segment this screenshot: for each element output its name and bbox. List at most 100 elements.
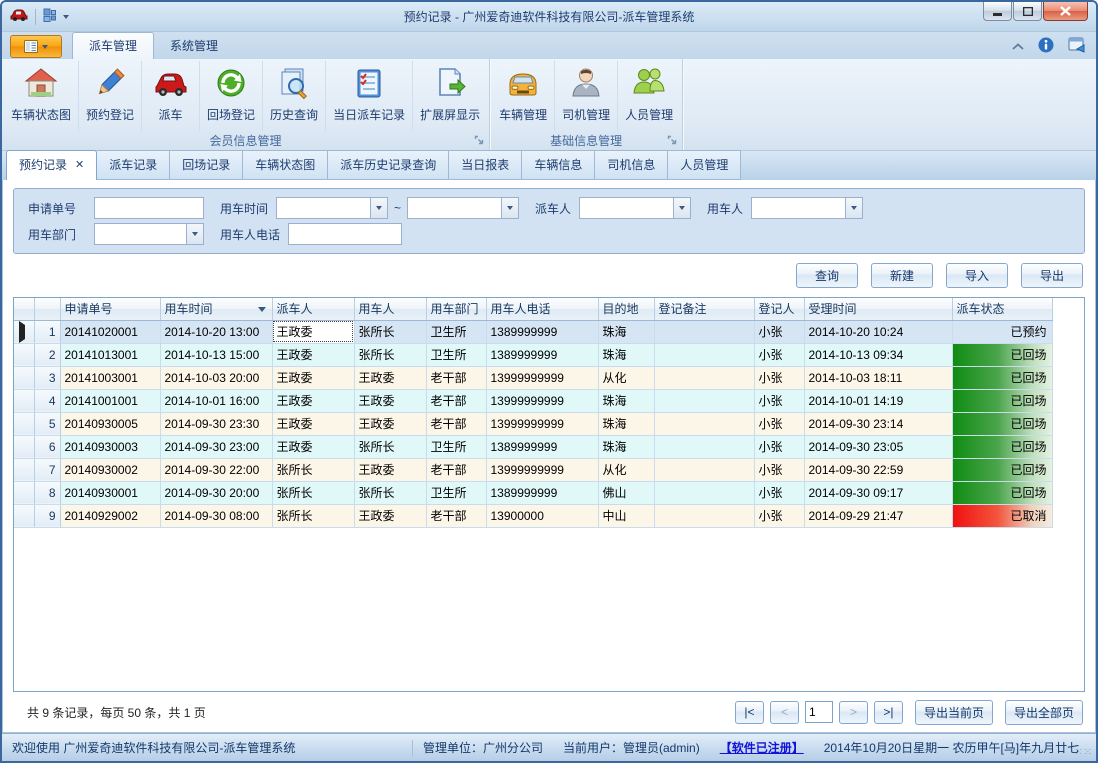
user-combo[interactable] xyxy=(751,197,863,219)
cell-order_no[interactable]: 20140930001 xyxy=(60,481,160,504)
row-indicator-cell[interactable] xyxy=(14,435,34,458)
cell-dept[interactable]: 老干部 xyxy=(426,504,486,527)
doc-tab[interactable]: 司机信息 xyxy=(595,150,668,180)
cell-dept[interactable]: 卫生所 xyxy=(426,320,486,343)
cell-registrar[interactable]: 小张 xyxy=(754,481,804,504)
cell-registrar[interactable]: 小张 xyxy=(754,458,804,481)
table-row[interactable]: 4201410010012014-10-01 16:00王政委王政委老干部139… xyxy=(14,389,1052,412)
cell-user[interactable]: 张所长 xyxy=(354,435,426,458)
row-indicator-cell[interactable] xyxy=(14,320,34,343)
prev-page-button[interactable]: < xyxy=(770,701,799,724)
row-number-cell[interactable]: 4 xyxy=(34,389,60,412)
cell-phone[interactable]: 1389999999 xyxy=(486,343,598,366)
cell-use_time[interactable]: 2014-09-30 22:00 xyxy=(160,458,272,481)
column-header-use_time[interactable]: 用车时间 xyxy=(160,298,272,320)
row-indicator-cell[interactable] xyxy=(14,343,34,366)
dept-combo[interactable] xyxy=(94,223,204,245)
cell-user[interactable]: 王政委 xyxy=(354,412,426,435)
ribbon-button[interactable]: 司机管理 xyxy=(555,61,618,131)
cell-accept_time[interactable]: 2014-09-30 23:05 xyxy=(804,435,952,458)
dialog-launcher-icon[interactable] xyxy=(667,135,678,146)
ribbon-button[interactable]: 预约登记 xyxy=(79,61,142,131)
cell-registrar[interactable]: 小张 xyxy=(754,435,804,458)
row-number-cell[interactable]: 7 xyxy=(34,458,60,481)
row-number-cell[interactable]: 5 xyxy=(34,412,60,435)
cell-remark[interactable] xyxy=(654,389,754,412)
column-header-registrar[interactable]: 登记人 xyxy=(754,298,804,320)
query-button[interactable]: 查询 xyxy=(796,263,858,288)
cell-user[interactable]: 张所长 xyxy=(354,481,426,504)
cell-order_no[interactable]: 20141001001 xyxy=(60,389,160,412)
row-indicator-cell[interactable] xyxy=(14,481,34,504)
cell-dispatcher[interactable]: 王政委 xyxy=(272,343,354,366)
column-header-dept[interactable]: 用车部门 xyxy=(426,298,486,320)
cell-order_no[interactable]: 20141020001 xyxy=(60,320,160,343)
cell-dept[interactable]: 老干部 xyxy=(426,366,486,389)
import-button[interactable]: 导入 xyxy=(946,263,1008,288)
cell-order_no[interactable]: 20141013001 xyxy=(60,343,160,366)
cell-accept_time[interactable]: 2014-09-30 09:17 xyxy=(804,481,952,504)
cell-order_no[interactable]: 20141003001 xyxy=(60,366,160,389)
cell-order_no[interactable]: 20140930002 xyxy=(60,458,160,481)
cell-phone[interactable]: 1389999999 xyxy=(486,481,598,504)
cell-dest[interactable]: 珠海 xyxy=(598,343,654,366)
cell-status[interactable]: 已预约 xyxy=(952,320,1052,343)
row-number-cell[interactable]: 8 xyxy=(34,481,60,504)
cell-accept_time[interactable]: 2014-10-03 18:11 xyxy=(804,366,952,389)
cell-dispatcher[interactable]: 王政委 xyxy=(272,366,354,389)
cell-registrar[interactable]: 小张 xyxy=(754,504,804,527)
cell-user[interactable]: 王政委 xyxy=(354,458,426,481)
export-button[interactable]: 导出 xyxy=(1021,263,1083,288)
cell-remark[interactable] xyxy=(654,481,754,504)
info-icon[interactable] xyxy=(1038,37,1054,56)
first-page-button[interactable]: |< xyxy=(735,701,764,724)
cell-remark[interactable] xyxy=(654,366,754,389)
cell-dispatcher[interactable]: 张所长 xyxy=(272,504,354,527)
cell-user[interactable]: 张所长 xyxy=(354,320,426,343)
cell-dispatcher[interactable]: 王政委 xyxy=(272,412,354,435)
cell-phone[interactable]: 13999999999 xyxy=(486,412,598,435)
cell-phone[interactable]: 13900000 xyxy=(486,504,598,527)
cell-order_no[interactable]: 20140930005 xyxy=(60,412,160,435)
cell-use_time[interactable]: 2014-10-03 20:00 xyxy=(160,366,272,389)
ribbon-button[interactable]: 派车 xyxy=(142,61,200,131)
cell-use_time[interactable]: 2014-10-01 16:00 xyxy=(160,389,272,412)
ribbon-tab-system[interactable]: 系统管理 xyxy=(154,33,234,59)
cell-dispatcher[interactable]: 王政委 xyxy=(272,320,354,343)
cell-phone[interactable]: 13999999999 xyxy=(486,389,598,412)
doc-tab[interactable]: 回场记录 xyxy=(170,150,243,180)
cell-registrar[interactable]: 小张 xyxy=(754,320,804,343)
cell-dest[interactable]: 从化 xyxy=(598,458,654,481)
cell-use_time[interactable]: 2014-10-13 15:00 xyxy=(160,343,272,366)
page-number-input[interactable] xyxy=(805,701,833,723)
row-indicator-cell[interactable] xyxy=(14,389,34,412)
cell-registrar[interactable]: 小张 xyxy=(754,343,804,366)
cell-registrar[interactable]: 小张 xyxy=(754,389,804,412)
cell-user[interactable]: 王政委 xyxy=(354,389,426,412)
cell-dest[interactable]: 从化 xyxy=(598,366,654,389)
cell-accept_time[interactable]: 2014-10-01 14:19 xyxy=(804,389,952,412)
cell-phone[interactable]: 13999999999 xyxy=(486,458,598,481)
cell-order_no[interactable]: 20140930003 xyxy=(60,435,160,458)
dispatcher-combo[interactable] xyxy=(579,197,691,219)
cell-accept_time[interactable]: 2014-09-30 23:14 xyxy=(804,412,952,435)
ribbon-button[interactable]: 人员管理 xyxy=(618,61,680,131)
use-time-to-combo[interactable] xyxy=(407,197,519,219)
cell-order_no[interactable]: 20140929002 xyxy=(60,504,160,527)
cell-accept_time[interactable]: 2014-10-13 09:34 xyxy=(804,343,952,366)
last-page-button[interactable]: >| xyxy=(874,701,903,724)
row-number-cell[interactable]: 6 xyxy=(34,435,60,458)
close-icon[interactable]: ✕ xyxy=(75,158,84,171)
row-indicator-cell[interactable] xyxy=(14,504,34,527)
resize-grip[interactable]: ⁙⁙ xyxy=(1074,747,1093,758)
cell-status[interactable]: 已回场 xyxy=(952,412,1052,435)
cell-dept[interactable]: 卫生所 xyxy=(426,343,486,366)
cell-dispatcher[interactable]: 张所长 xyxy=(272,481,354,504)
minimize-button[interactable] xyxy=(983,2,1012,21)
cell-status[interactable]: 已取消 xyxy=(952,504,1052,527)
column-header-accept_time[interactable]: 受理时间 xyxy=(804,298,952,320)
column-header-dest[interactable]: 目的地 xyxy=(598,298,654,320)
cell-dispatcher[interactable]: 张所长 xyxy=(272,458,354,481)
cell-status[interactable]: 已回场 xyxy=(952,481,1052,504)
cell-dest[interactable]: 珠海 xyxy=(598,320,654,343)
